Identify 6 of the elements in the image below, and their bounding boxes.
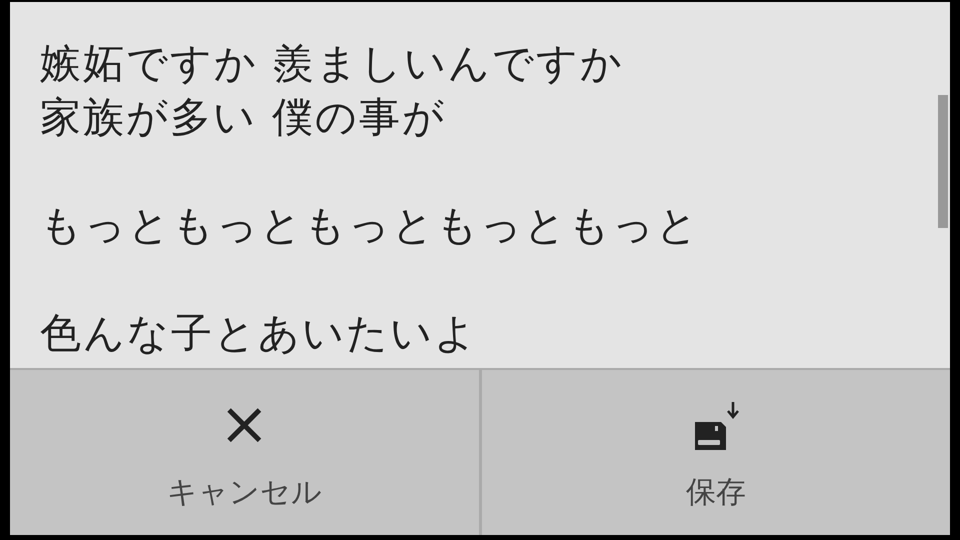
- close-icon: ×: [219, 394, 270, 454]
- lyric-line: 色んな子とあいたいよ: [40, 308, 478, 359]
- lyric-line: 家族が多い 僕の事が: [40, 92, 446, 143]
- lyric-line: もっともっともっともっともっと: [40, 200, 700, 251]
- lyric-line: 嫉妬ですか 羨ましいんですか: [40, 38, 624, 89]
- scrollbar-thumb[interactable]: [938, 95, 948, 228]
